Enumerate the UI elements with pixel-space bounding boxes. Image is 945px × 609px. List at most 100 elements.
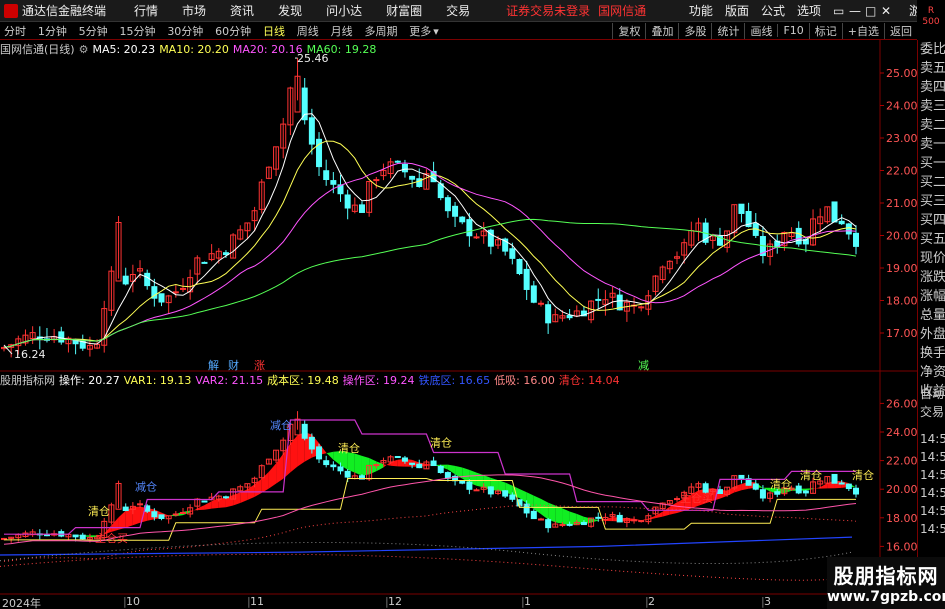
kline-chart[interactable]: 25.00 24.00 23.00 22.00 21.00 20.00 19.00 18.00… bbox=[0, 40, 917, 595]
side-item-3[interactable]: 卖三 bbox=[918, 97, 945, 116]
price-tick-label: 18.00 bbox=[886, 295, 917, 308]
side-item-6[interactable]: 买一 bbox=[918, 154, 945, 173]
side-item-17[interactable]: 净资 bbox=[918, 363, 945, 382]
event-marker: 涨 bbox=[254, 359, 265, 372]
side-item-15[interactable]: 外盘 bbox=[918, 325, 945, 344]
candle-body bbox=[158, 293, 165, 303]
side-item-16[interactable]: 换手 bbox=[918, 344, 945, 363]
candle-body bbox=[401, 163, 408, 173]
side-item-1[interactable]: 卖五 bbox=[918, 59, 945, 78]
ind-candle-body bbox=[752, 483, 759, 490]
side-item-7[interactable]: 买二 bbox=[918, 173, 945, 192]
candle-body bbox=[344, 194, 351, 209]
ind-candle-body bbox=[316, 446, 323, 460]
candle-body bbox=[738, 203, 745, 214]
main-pane-title: 国网信通(日线) bbox=[0, 43, 75, 56]
ind-candle-body bbox=[674, 498, 681, 501]
menu-item-zixun[interactable]: 资讯 bbox=[218, 2, 266, 19]
tool-biaoji[interactable]: 标记 bbox=[808, 22, 842, 39]
ind-candle-body bbox=[759, 489, 766, 499]
candle-body bbox=[516, 259, 523, 275]
main-pane-layer: 25.4616.24解财涨减 bbox=[1, 52, 859, 372]
minimize-icon[interactable]: — bbox=[843, 4, 861, 18]
tab-60min[interactable]: 60分钟 bbox=[211, 25, 255, 38]
candle-body bbox=[530, 285, 537, 303]
right-tick-0: 14:56 bbox=[920, 432, 945, 446]
ind-tick-label: 16.00 bbox=[886, 540, 917, 553]
settings-icon[interactable]: ⚙ bbox=[79, 43, 89, 56]
tab-1min[interactable]: 1分钟 bbox=[34, 25, 71, 38]
side-item-4[interactable]: 卖二 bbox=[918, 116, 945, 135]
ribbon-segment bbox=[240, 489, 248, 503]
side-item-10[interactable]: 买五 bbox=[918, 230, 945, 249]
candle-body bbox=[595, 298, 602, 301]
tab-multi-period[interactable]: 多周期 bbox=[360, 25, 401, 38]
ribbon-segment bbox=[648, 515, 656, 520]
tab-15min[interactable]: 15分钟 bbox=[115, 25, 159, 38]
side-item-auto[interactable]: 自动 bbox=[918, 385, 944, 403]
tool-duogu[interactable]: 多股 bbox=[678, 22, 711, 39]
side-item-trade[interactable]: 交易 bbox=[918, 403, 944, 421]
menu-item-wenxiaoda[interactable]: 问小达 bbox=[314, 2, 374, 19]
app-name: 通达信金融终端 bbox=[22, 4, 107, 18]
side-item-5[interactable]: 卖一 bbox=[918, 135, 945, 154]
tab-weekly[interactable]: 周线 bbox=[293, 25, 323, 38]
candle-body bbox=[409, 175, 416, 180]
side-item-8[interactable]: 买三 bbox=[918, 192, 945, 211]
date-axis: 2024年 10 | 11 | 12 | 1 | 2 | 3 | bbox=[0, 595, 917, 609]
ind-candle-body bbox=[595, 516, 602, 519]
tool-fuquan[interactable]: 复权 bbox=[612, 22, 645, 39]
tool-diejia[interactable]: 叠加 bbox=[645, 22, 678, 39]
tool-add-watchlist[interactable]: +自选 bbox=[841, 22, 884, 39]
right-tick-2: 14:56 bbox=[920, 468, 945, 482]
ind-candle-body bbox=[537, 518, 544, 521]
tool-back[interactable]: 返回 bbox=[884, 22, 917, 39]
side-item-14[interactable]: 总量 bbox=[918, 306, 945, 325]
menu-item-gongshi[interactable]: 公式 bbox=[755, 2, 791, 19]
side-item-0[interactable]: 委比 bbox=[918, 40, 945, 59]
signal-label: 清仓 bbox=[770, 477, 792, 491]
candle-body bbox=[509, 248, 516, 259]
right-time-ticks: 14:56 14:56 14:56 14:56 14:56 14:56 bbox=[918, 430, 945, 538]
menu-item-gongneng[interactable]: 功能 bbox=[683, 2, 719, 19]
menu-item-banmian[interactable]: 版面 bbox=[719, 2, 755, 19]
candle-body bbox=[394, 160, 401, 163]
side-item-13[interactable]: 涨幅 bbox=[918, 287, 945, 306]
candle-body bbox=[201, 261, 208, 264]
candle-body bbox=[444, 197, 451, 212]
ribbon-segment bbox=[655, 511, 663, 519]
indicator-pane-header: 股朋指标网 操作: 20.27 VAR1: 19.13 VAR2: 21.15 … bbox=[0, 372, 624, 388]
menu-item-shichang[interactable]: 市场 bbox=[170, 2, 218, 19]
menu-item-hangqing[interactable]: 行情 bbox=[122, 2, 170, 19]
maximize-icon[interactable]: □ bbox=[859, 4, 876, 18]
side-item-12[interactable]: 涨跌 bbox=[918, 268, 945, 287]
trade-login-warning[interactable]: 证券交易未登录 bbox=[506, 2, 590, 19]
close-icon[interactable]: ✕ bbox=[875, 4, 891, 18]
tab-daily[interactable]: 日线 bbox=[259, 25, 289, 38]
tab-monthly[interactable]: 月线 bbox=[327, 25, 357, 38]
menu-item-xuanxiang[interactable]: 选项 bbox=[791, 2, 827, 19]
menu-item-jiaoyi[interactable]: 交易 bbox=[434, 2, 482, 19]
signal-label: 主仓买 bbox=[680, 491, 713, 505]
menu-item-caifuquan[interactable]: 财富圈 bbox=[374, 2, 434, 19]
tool-tongji[interactable]: 统计 bbox=[711, 22, 744, 39]
menu-item-faxian[interactable]: 发现 bbox=[266, 2, 314, 19]
tab-more[interactable]: 更多 ▾ bbox=[405, 25, 443, 38]
tool-huaxian[interactable]: 画线 bbox=[744, 22, 777, 39]
ribbon-segment bbox=[805, 488, 814, 491]
date-label-2: 11 bbox=[250, 595, 264, 608]
ind-candle-body bbox=[502, 490, 509, 497]
tool-f10[interactable]: F10 bbox=[777, 24, 808, 37]
tab-30min[interactable]: 30分钟 bbox=[163, 25, 207, 38]
candle-body bbox=[323, 170, 330, 181]
candle-body bbox=[638, 306, 645, 309]
ind-candle-body bbox=[301, 423, 308, 439]
ind-candle-body bbox=[473, 489, 480, 492]
skin-icon[interactable]: ▭ bbox=[827, 4, 844, 18]
side-item-11[interactable]: 现价 bbox=[918, 249, 945, 268]
ind-candle-body bbox=[1, 537, 7, 540]
side-item-2[interactable]: 卖四 bbox=[918, 78, 945, 97]
tab-fenshi[interactable]: 分时 bbox=[0, 25, 30, 38]
tab-5min[interactable]: 5分钟 bbox=[75, 25, 112, 38]
side-item-9[interactable]: 买四 bbox=[918, 211, 945, 230]
